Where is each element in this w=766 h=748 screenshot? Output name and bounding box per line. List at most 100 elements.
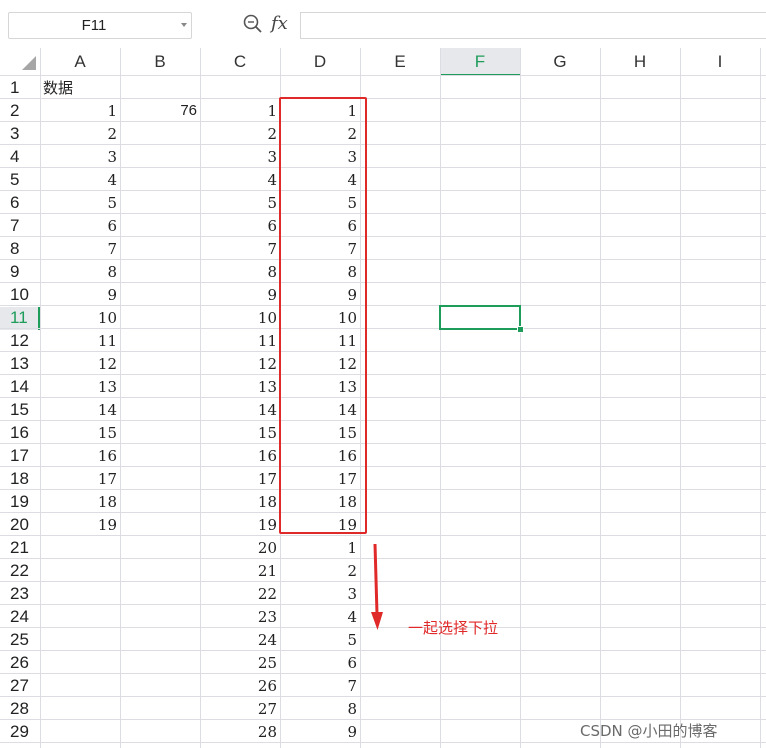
cell-a6[interactable]: 5 [40, 191, 120, 214]
cell-a11[interactable]: 10 [40, 306, 120, 329]
cell-c23[interactable]: 22 [200, 582, 280, 605]
column-header-d[interactable]: D [280, 48, 360, 76]
cell-c26[interactable]: 25 [200, 651, 280, 674]
cell-a20[interactable]: 19 [40, 513, 120, 536]
cell-c9[interactable]: 8 [200, 260, 280, 283]
cell-a4[interactable]: 3 [40, 145, 120, 168]
cell-c5[interactable]: 4 [200, 168, 280, 191]
cell-c24[interactable]: 23 [200, 605, 280, 628]
row-header-10[interactable]: 10 [0, 283, 40, 306]
row-header-18[interactable]: 18 [0, 467, 40, 490]
cell-c18[interactable]: 17 [200, 467, 280, 490]
cell-d27[interactable]: 7 [280, 674, 360, 697]
cell-c12[interactable]: 11 [200, 329, 280, 352]
row-header-5[interactable]: 5 [0, 168, 40, 191]
column-header-g[interactable]: G [520, 48, 600, 76]
cell-c16[interactable]: 15 [200, 421, 280, 444]
cell-a8[interactable]: 7 [40, 237, 120, 260]
row-header-29[interactable]: 29 [0, 720, 40, 743]
cell-c28[interactable]: 27 [200, 697, 280, 720]
cell-a14[interactable]: 13 [40, 375, 120, 398]
cell-c15[interactable]: 14 [200, 398, 280, 421]
cell-a2[interactable]: 1 [40, 99, 120, 122]
cell-a19[interactable]: 18 [40, 490, 120, 513]
cell-c21[interactable]: 20 [200, 536, 280, 559]
cell-d22[interactable]: 2 [280, 559, 360, 582]
cell-a18[interactable]: 17 [40, 467, 120, 490]
cell-d26[interactable]: 6 [280, 651, 360, 674]
cell-a10[interactable]: 9 [40, 283, 120, 306]
cell-c19[interactable]: 18 [200, 490, 280, 513]
cell-c6[interactable]: 5 [200, 191, 280, 214]
row-header-25[interactable]: 25 [0, 628, 40, 651]
cell-a16[interactable]: 15 [40, 421, 120, 444]
row-header-8[interactable]: 8 [0, 237, 40, 260]
cell-a12[interactable]: 11 [40, 329, 120, 352]
cell-c20[interactable]: 19 [200, 513, 280, 536]
column-header-f[interactable]: F [440, 48, 520, 76]
cell-c22[interactable]: 21 [200, 559, 280, 582]
cell-a3[interactable]: 2 [40, 122, 120, 145]
column-header-i[interactable]: I [680, 48, 760, 76]
cell-a7[interactable]: 6 [40, 214, 120, 237]
cell-d24[interactable]: 4 [280, 605, 360, 628]
column-header-c[interactable]: C [200, 48, 280, 76]
cell-c17[interactable]: 16 [200, 444, 280, 467]
row-header-4[interactable]: 4 [0, 145, 40, 168]
row-header-16[interactable]: 16 [0, 421, 40, 444]
cell-c14[interactable]: 13 [200, 375, 280, 398]
cell-d21[interactable]: 1 [280, 536, 360, 559]
row-header-19[interactable]: 19 [0, 490, 40, 513]
spreadsheet-grid[interactable]: A B C D E F G H I 1 数据 2 1 76 1 1 3 2 2 2 4 3 3 3 5 4 4 4 6 5 5 5 7 6 6 6 8 7… [0, 0, 766, 748]
fill-handle[interactable] [517, 326, 524, 333]
row-header-11[interactable]: 11 [0, 306, 40, 329]
selected-cell-f11[interactable] [439, 305, 521, 330]
cell-d28[interactable]: 8 [280, 697, 360, 720]
cell-c8[interactable]: 7 [200, 237, 280, 260]
row-header-1[interactable]: 1 [0, 76, 40, 99]
row-header-14[interactable]: 14 [0, 375, 40, 398]
row-header-7[interactable]: 7 [0, 214, 40, 237]
row-header-28[interactable]: 28 [0, 697, 40, 720]
cell-c4[interactable]: 3 [200, 145, 280, 168]
cell-d25[interactable]: 5 [280, 628, 360, 651]
row-header-22[interactable]: 22 [0, 559, 40, 582]
cell-a1[interactable]: 数据 [40, 76, 120, 99]
cell-d29[interactable]: 9 [280, 720, 360, 743]
column-header-e[interactable]: E [360, 48, 440, 76]
cell-b2[interactable]: 76 [120, 99, 200, 122]
row-header-3[interactable]: 3 [0, 122, 40, 145]
row-header-6[interactable]: 6 [0, 191, 40, 214]
cell-c25[interactable]: 24 [200, 628, 280, 651]
row-header-13[interactable]: 13 [0, 352, 40, 375]
cell-c3[interactable]: 2 [200, 122, 280, 145]
cell-a5[interactable]: 4 [40, 168, 120, 191]
row-header-21[interactable]: 21 [0, 536, 40, 559]
row-header-23[interactable]: 23 [0, 582, 40, 605]
cell-c2[interactable]: 1 [200, 99, 280, 122]
row-header-20[interactable]: 20 [0, 513, 40, 536]
row-header-17[interactable]: 17 [0, 444, 40, 467]
cell-d23[interactable]: 3 [280, 582, 360, 605]
column-header-h[interactable]: H [600, 48, 680, 76]
cell-c7[interactable]: 6 [200, 214, 280, 237]
cell-c29[interactable]: 28 [200, 720, 280, 743]
cell-c13[interactable]: 12 [200, 352, 280, 375]
select-all-corner[interactable] [22, 56, 36, 70]
cell-c10[interactable]: 9 [200, 283, 280, 306]
cell-a13[interactable]: 12 [40, 352, 120, 375]
column-header-b[interactable]: B [120, 48, 200, 76]
row-header-26[interactable]: 26 [0, 651, 40, 674]
row-header-2[interactable]: 2 [0, 99, 40, 122]
column-header-a[interactable]: A [40, 48, 120, 76]
cell-c27[interactable]: 26 [200, 674, 280, 697]
row-header-15[interactable]: 15 [0, 398, 40, 421]
row-header-27[interactable]: 27 [0, 674, 40, 697]
cell-a15[interactable]: 14 [40, 398, 120, 421]
row-header-24[interactable]: 24 [0, 605, 40, 628]
cell-a9[interactable]: 8 [40, 260, 120, 283]
row-header-9[interactable]: 9 [0, 260, 40, 283]
row-header-12[interactable]: 12 [0, 329, 40, 352]
cell-a17[interactable]: 16 [40, 444, 120, 467]
cell-c11[interactable]: 10 [200, 306, 280, 329]
